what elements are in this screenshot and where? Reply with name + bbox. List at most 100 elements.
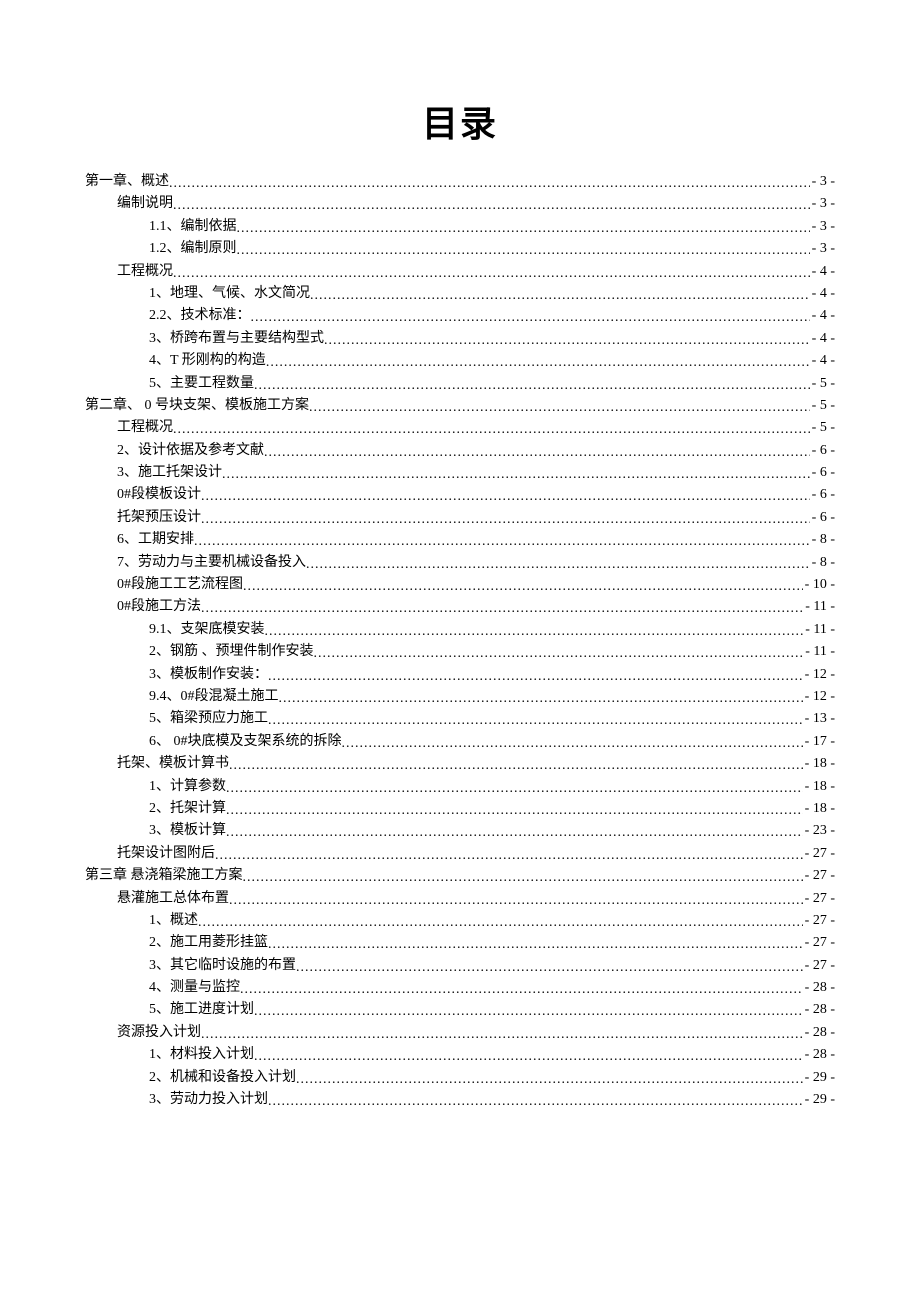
toc-label: 5、施工进度计划 [149,1003,254,1017]
toc-label: 2.2、技术标准： [149,309,251,323]
toc-leader-dots [173,199,810,213]
toc-entry: 3、模板制作安装：- 12 - [85,668,835,682]
toc-entry: 第一章、概述- 3 - [85,175,835,189]
toc-label: 1.2、编制原则 [149,242,237,256]
toc-page-number: - 3 - [810,220,835,234]
toc-entry: 5、主要工程数量 - 5 - [85,377,835,391]
toc-leader-dots [243,871,803,885]
toc-label: 1、概述 [149,914,198,928]
toc-label: 托架设计图附后 [117,847,215,861]
toc-leader-dots [342,737,803,751]
toc-label: 0#段施工工艺流程图 [117,578,243,592]
toc-entry: 6、工期安排- 8 - [85,533,835,547]
toc-leader-dots [266,356,810,370]
toc-page-number: - 6 - [810,488,835,502]
toc-page-number: - 11 - [803,623,835,637]
toc-entry: 2.2、技术标准： - 4 - [85,309,835,323]
toc-label: 3、施工托架设计 [117,466,222,480]
toc-leader-dots [314,647,804,661]
toc-label: 9.4、0#段混凝土施工 [149,690,279,704]
toc-label: 1、地理、气候、水文简况 [149,287,310,301]
toc-entry: 编制说明 - 3 - [85,197,835,211]
toc-leader-dots [251,311,810,325]
toc-leader-dots [268,1095,803,1109]
toc-label: 7、劳动力与主要机械设备投入 [117,556,306,570]
toc-leader-dots [169,177,810,191]
toc-label: 5、主要工程数量 [149,377,254,391]
toc-page-number: - 4 - [810,309,835,323]
toc-page-number: - 27 - [803,936,835,950]
toc-label: 2、设计依据及参考文献 [117,444,264,458]
toc-leader-dots [240,983,803,997]
toc-entry: 9.4、0#段混凝土施工 - 12 - [85,690,835,704]
toc-page-number: - 28 - [803,1003,835,1017]
toc-label: 悬灌施工总体布置 [117,892,229,906]
toc-page-number: - 5 - [810,399,835,413]
toc-label: 编制说明 [117,197,173,211]
toc-page-number: - 4 - [810,287,835,301]
toc-label: 2、钢筋 、预埋件制作安装 [149,645,314,659]
toc-entry: 3、桥跨布置与主要结构型式- 4 - [85,332,835,346]
toc-page-number: - 10 - [803,578,835,592]
toc-label: 托架、模板计算书 [117,757,229,771]
toc-leader-dots [226,826,803,840]
toc-label: 2、施工用菱形挂篮 [149,936,268,950]
toc-leader-dots [201,490,810,504]
toc-entry: 资源投入计划 - 28 - [85,1026,835,1040]
toc-entry: 3、劳动力投入计划- 29 - [85,1093,835,1107]
toc-leader-dots [173,267,810,281]
toc-leader-dots [254,1005,803,1019]
toc-label: 4、测量与监控 [149,981,240,995]
toc-entry: 2、设计依据及参考文献 - 6 - [85,444,835,458]
toc-page-number: - 4 - [810,265,835,279]
toc-entry: 托架、模板计算书 - 18 - [85,757,835,771]
toc-page-number: - 11 - [803,600,835,614]
table-of-contents: 第一章、概述- 3 -编制说明- 3 -1.1、编制依据- 3 -1.2、编制原… [85,175,835,1107]
toc-label: 第三章 悬浇箱梁施工方案 [85,869,243,883]
toc-leader-dots [254,379,810,393]
toc-label: 1、计算参数 [149,780,226,794]
toc-page-number: - 18 - [803,802,835,816]
toc-page-number: - 6 - [810,444,835,458]
toc-leader-dots [306,558,810,572]
toc-page-number: - 5 - [810,377,835,391]
toc-page-number: - 27 - [803,869,835,883]
toc-label: 第一章、概述 [85,175,169,189]
toc-leader-dots [173,423,810,437]
toc-leader-dots [279,692,803,706]
toc-leader-dots [194,535,810,549]
toc-page-number: - 12 - [803,690,835,704]
toc-leader-dots [198,916,803,930]
toc-page-number: - 6 - [810,511,835,525]
toc-entry: 9.1、支架底模安装- 11 - [85,623,835,637]
toc-label: 5、箱梁预应力施工 [149,712,268,726]
toc-leader-dots [237,222,810,236]
toc-entry: 1、概述- 27 - [85,914,835,928]
toc-page-number: - 4 - [810,354,835,368]
toc-leader-dots [254,1050,803,1064]
toc-page-number: - 28 - [803,981,835,995]
toc-page-number: - 18 - [803,757,835,771]
toc-page-number: - 27 - [803,892,835,906]
toc-entry: 4、测量与监控 - 28 - [85,981,835,995]
toc-leader-dots [229,759,803,773]
toc-page-number: - 3 - [810,197,835,211]
toc-entry: 第三章 悬浇箱梁施工方案 - 27 - [85,869,835,883]
toc-page-number: - 8 - [810,556,835,570]
toc-entry: 工程概况 - 4 - [85,265,835,279]
toc-page-number: - 27 - [803,959,835,973]
toc-label: 资源投入计划 [117,1026,201,1040]
toc-label: 2、托架计算 [149,802,226,816]
toc-entry: 0#段施工方法- 11 - [85,600,835,614]
toc-entry: 0#段施工工艺流程图 - 10 - [85,578,835,592]
toc-page-number: - 29 - [803,1071,835,1085]
toc-label: 工程概况 [117,265,173,279]
toc-page-number: - 28 - [803,1048,835,1062]
toc-entry: 4、T 形刚构的构造- 4 - [85,354,835,368]
toc-page-number: - 4 - [810,332,835,346]
toc-label: 3、其它临时设施的布置 [149,959,296,973]
toc-page-number: - 8 - [810,533,835,547]
toc-entry: 工程概况- 5 - [85,421,835,435]
toc-page-number: - 28 - [803,1026,835,1040]
toc-entry: 1.1、编制依据- 3 - [85,220,835,234]
